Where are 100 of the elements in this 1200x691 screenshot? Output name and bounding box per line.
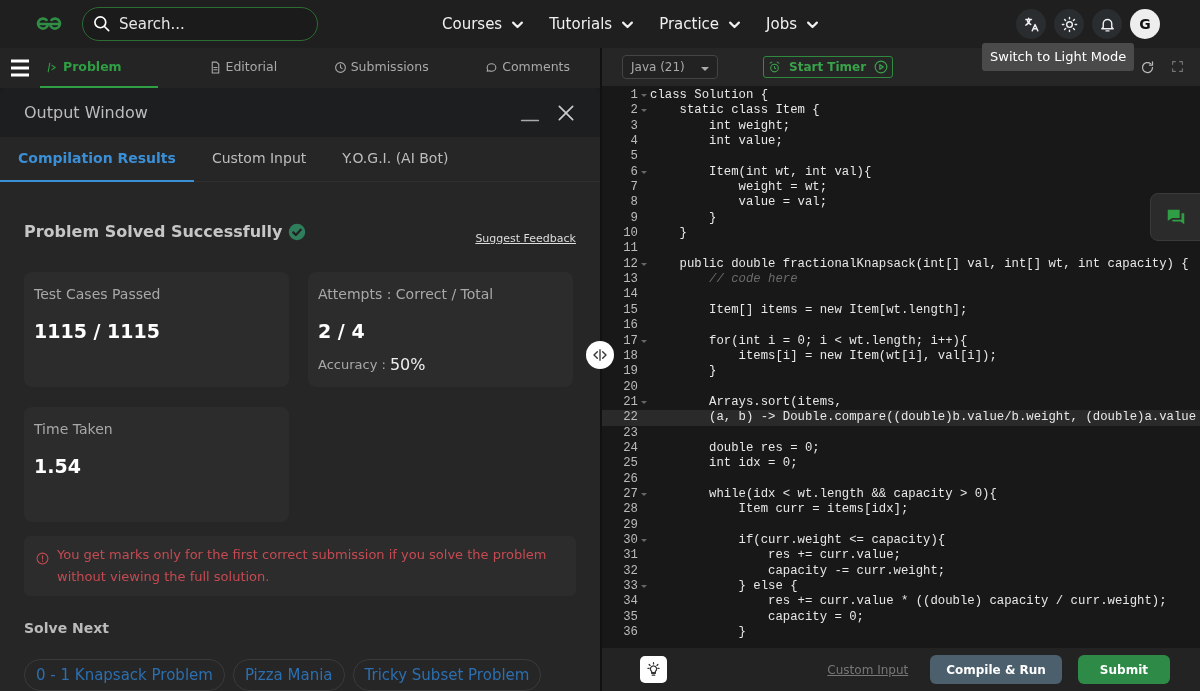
fold-icon[interactable] [641,538,647,542]
code-line: Item[] items = new Item[wt.length]; [708,302,968,319]
line-number: 3 [629,118,638,135]
line-number: 28 [622,502,638,518]
line-number: 22 [622,410,638,426]
fullscreen-icon[interactable] [1171,59,1184,73]
fold-icon[interactable] [641,94,647,97]
line-number: 12 [622,256,638,273]
line-number: 2 [629,103,638,119]
lightbulb-icon [646,660,661,679]
stat-label: Time Taken [34,419,114,439]
code-line: } [708,210,717,227]
stat-value: 1.54 [34,453,82,479]
line-number: 27 [622,486,638,503]
comments-icon [485,60,499,74]
run-button[interactable]: Compile & Run [930,655,1062,684]
fold-icon[interactable] [641,492,647,496]
feedback-link[interactable]: Suggest Feedback [475,231,576,248]
tab[interactable]: Submissions [327,48,435,88]
code-line: Item curr = items[idx]; [737,502,909,518]
language-select[interactable]: Java (21) [622,55,718,79]
panel-title: Output Window [24,101,148,124]
code-line: int weight; [708,118,791,135]
code-line: } [708,364,717,380]
code-line: (a, b) -> Double.compare((double)b.value/b.weight, (double)a.value [708,410,1197,426]
line-number: 10 [622,226,638,242]
tab[interactable]: Custom Input [193,137,325,182]
problem-icon [46,60,59,74]
sun-icon [1060,15,1078,33]
code-line: } else { [737,579,798,595]
fold-icon[interactable] [641,262,647,266]
code-line: res += curr.value * ((double) capacity / curr.weight); [767,594,1167,610]
stat-label: Attempts : Correct / Total [318,284,495,304]
line-number: 36 [622,625,638,641]
play-icon [874,60,889,74]
code-line: items[i] = new Item(wt[i], val[i]); [737,348,997,365]
line-number: 34 [622,594,638,610]
code-line: public double fractionalKnapsack(int[] val, int[] wt, int capacity) { [678,256,1189,273]
code-line: } [678,226,687,242]
line-number: 29 [622,517,638,533]
search-field[interactable]: Search... [82,7,318,41]
nav-menu[interactable]: Tutorials [549,12,636,36]
fold-icon[interactable] [641,339,647,343]
chat-button[interactable] [1150,193,1200,241]
stat-label: Test Cases Passed [34,284,162,304]
status-title: Problem Solved Successfully [24,221,283,244]
alarm-icon [768,60,781,74]
tab[interactable]: Compilation Results [0,137,194,182]
line-number: 35 [622,609,638,626]
code-line: // code here [708,272,798,288]
refresh-icon[interactable] [1140,59,1155,75]
fold-icon[interactable] [641,585,647,588]
sun-button[interactable] [1054,9,1084,39]
line-number: 33 [622,579,638,595]
fold-icon[interactable] [641,109,647,113]
close-icon[interactable] [556,102,576,123]
line-number: 30 [622,532,638,549]
fold-icon[interactable] [641,170,647,174]
line-number: 32 [622,563,638,579]
fold-icon[interactable] [641,400,647,404]
notice-text: You get marks only for the first correct submission if you solve the problem without viewing the full solution. [57,545,548,586]
line-number: 31 [622,548,638,564]
line-number: 26 [622,471,638,487]
line-number: 11 [622,241,638,257]
info-icon [36,551,49,565]
code-line: while(idx < wt.length && capacity > 0){ [708,486,997,503]
timer-button[interactable]: Start Timer [763,56,894,78]
bell-button[interactable] [1092,9,1122,39]
line-number: 17 [622,333,638,349]
translate-button[interactable] [1016,9,1046,39]
tab[interactable]: Editorial [202,48,284,88]
line-number: 15 [622,302,638,319]
stat-value: 2 / 4 [318,318,366,344]
line-number: 7 [629,180,638,196]
code-line: Arrays.sort(items, [708,394,842,411]
line-number: 8 [629,195,638,211]
line-number: 9 [629,210,638,227]
line-number: 14 [622,287,638,303]
code-line: double res = 0; [708,440,820,457]
nav-menu[interactable]: Practice [659,12,743,36]
line-number: 1 [629,88,638,104]
submit-button[interactable]: Submit [1077,655,1170,684]
custom-input-link[interactable]: Custom Input [821,659,915,680]
line-number: 6 [629,164,638,181]
hint-button[interactable] [640,656,667,683]
line-number: 23 [622,425,638,441]
nav-menu[interactable]: Courses [442,12,526,36]
translate-icon [1022,15,1040,33]
stat-value: 50% [389,354,426,376]
submissions-icon [333,60,347,74]
caret-icon [701,67,709,71]
tab[interactable]: Y.O.G.I. (AI Bot) [324,137,467,182]
code-line: weight = wt; [737,180,828,196]
line-number: 21 [622,394,638,411]
tab[interactable]: Comments [479,48,576,88]
nav-menu[interactable]: Jobs [766,12,820,36]
code-line: value = val; [737,195,828,211]
avatar[interactable]: G [1130,9,1160,39]
line-number: 24 [622,440,638,457]
split-arrows-icon [592,347,608,363]
